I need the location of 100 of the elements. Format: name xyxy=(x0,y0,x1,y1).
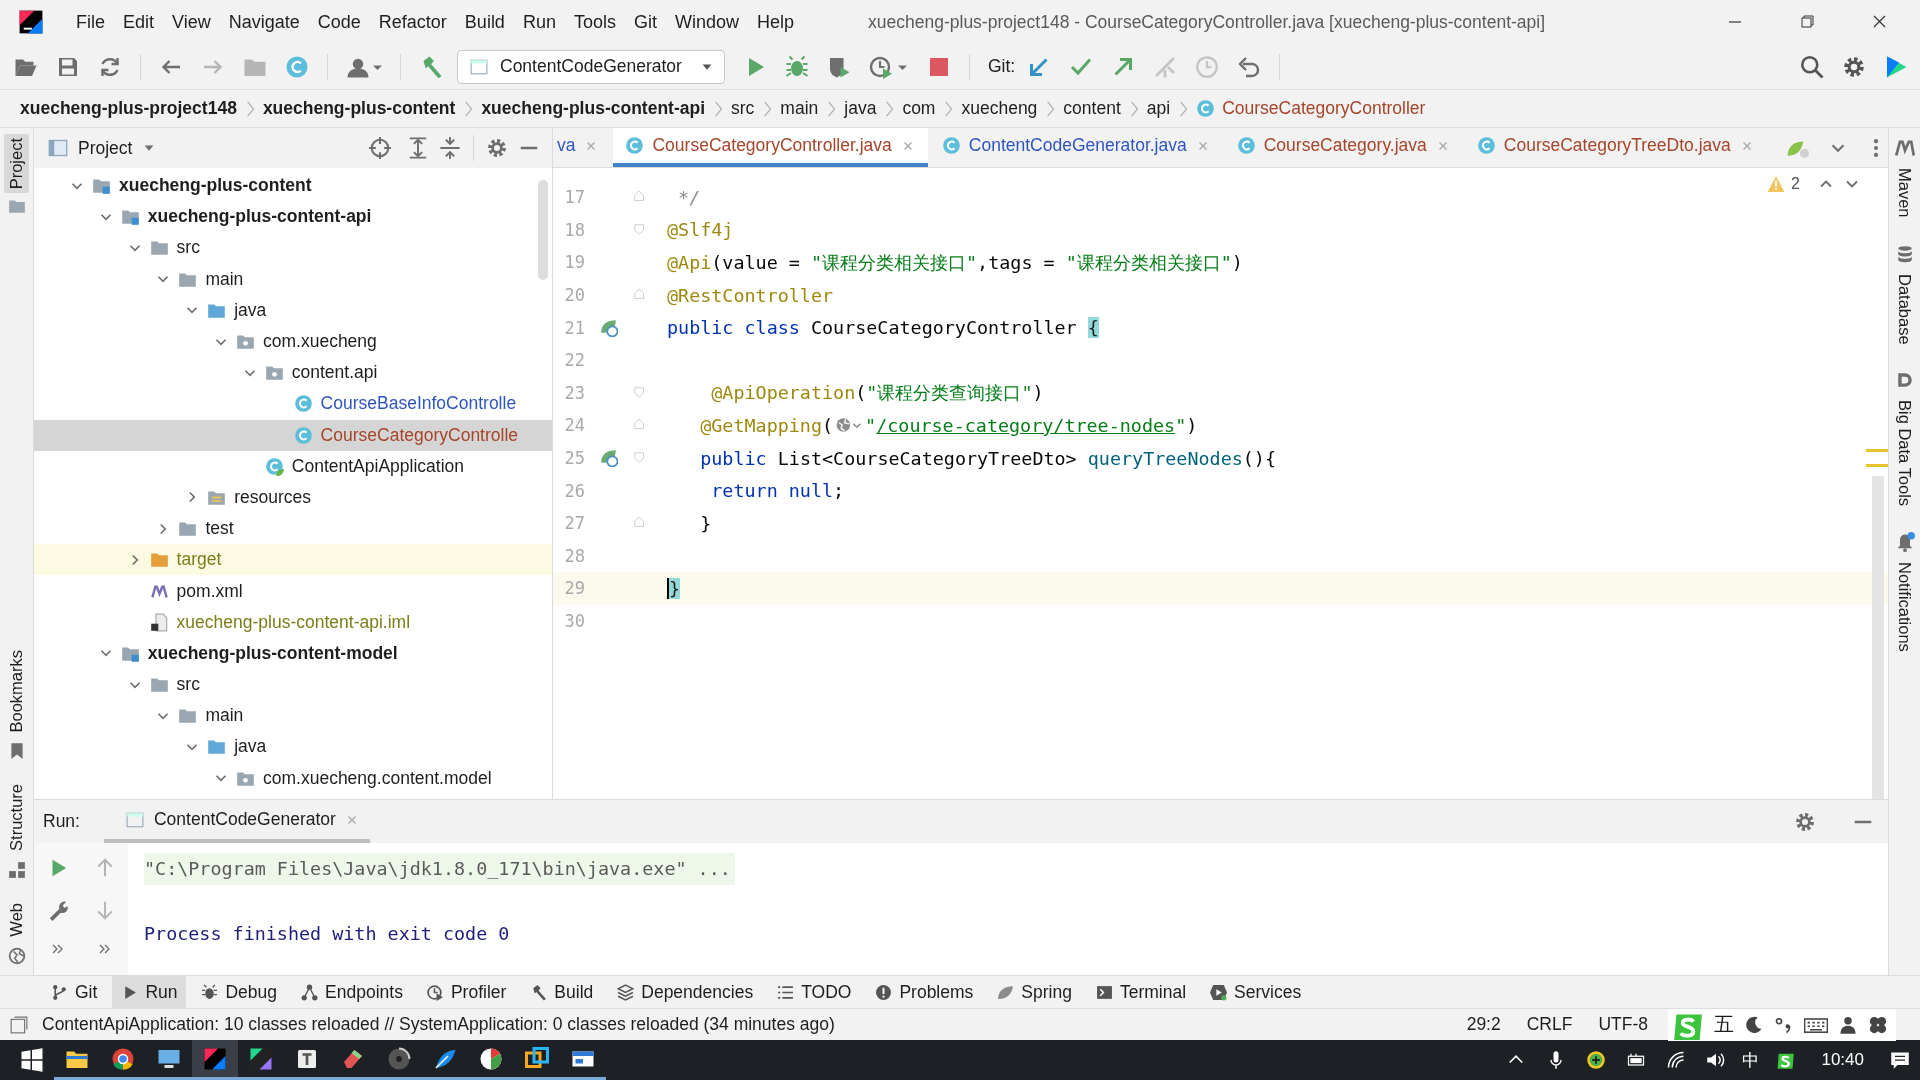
breadcrumb-item[interactable]: com xyxy=(902,98,936,119)
tree-item[interactable]: CourseBaseInfoControlle xyxy=(320,393,517,415)
tree-item[interactable]: test xyxy=(205,518,234,540)
scrollbar-thumb[interactable] xyxy=(1872,476,1884,799)
editor-tab[interactable]: CourseCategoryController.java xyxy=(613,128,928,167)
tree-item[interactable]: xuecheng-plus-content-api.iml xyxy=(176,611,411,633)
plus-circle-icon[interactable] xyxy=(1586,1050,1607,1070)
view-selector[interactable]: Project xyxy=(78,137,133,159)
tree-item[interactable]: com.xuecheng.content.model xyxy=(263,767,492,789)
breadcrumb-item[interactable]: CourseCategoryController xyxy=(1222,98,1426,119)
tool-window-tab[interactable]: Terminal xyxy=(1086,976,1196,1008)
menu-item[interactable]: Window xyxy=(666,7,747,37)
breadcrumb-item[interactable]: main xyxy=(780,98,819,119)
input-mode[interactable]: 五 xyxy=(1714,1011,1734,1038)
menu-item[interactable]: Refactor xyxy=(370,7,455,37)
wifi-icon[interactable] xyxy=(1666,1050,1687,1070)
tool-window-button[interactable]: Structure xyxy=(4,780,29,856)
plugin-logo-icon[interactable] xyxy=(1884,54,1908,79)
editor-tab[interactable]: CourseCategoryTreeDto.java xyxy=(1464,128,1767,167)
tree-item[interactable]: xuecheng-plus-content xyxy=(119,175,312,197)
clover-icon[interactable] xyxy=(1868,1014,1888,1035)
scrollbar-thumb[interactable] xyxy=(538,180,548,280)
expand-all-icon[interactable] xyxy=(407,137,429,159)
breadcrumb-item[interactable]: java xyxy=(844,98,877,119)
menu-item[interactable]: Run xyxy=(514,7,564,37)
tool-window-tab[interactable]: TODO xyxy=(768,976,861,1008)
tree-item[interactable]: resources xyxy=(234,486,312,508)
tree-item[interactable]: java xyxy=(234,736,267,758)
menu-item[interactable]: Code xyxy=(309,7,369,37)
clock-time[interactable]: 10:40 xyxy=(1821,1050,1864,1070)
menu-item[interactable]: Edit xyxy=(115,7,163,37)
profiler-dropdown-icon[interactable] xyxy=(869,54,909,79)
menu-item[interactable]: Build xyxy=(456,7,513,37)
tool-window-tab[interactable]: Dependencies xyxy=(608,976,763,1008)
person-icon[interactable] xyxy=(1838,1014,1858,1035)
breadcrumb-item[interactable]: src xyxy=(731,98,755,119)
menu-item[interactable]: Tools xyxy=(565,7,624,37)
tree-item[interactable]: content.api xyxy=(291,362,378,384)
tree-item[interactable]: pom.xml xyxy=(176,580,243,602)
run-configuration-dropdown[interactable]: ContentCodeGenerator xyxy=(457,49,725,84)
line-separator[interactable]: CRLF xyxy=(1520,1014,1579,1035)
breadcrumb-item[interactable]: xuecheng-plus-content xyxy=(262,98,456,119)
tree-item[interactable]: target xyxy=(176,549,222,571)
locate-icon[interactable] xyxy=(369,137,391,159)
tree-item[interactable]: xuecheng-plus-content-model xyxy=(147,642,398,664)
editor-tab[interactable]: va xyxy=(553,128,612,167)
tool-window-button[interactable]: Database xyxy=(1892,269,1917,349)
tree-item[interactable]: main xyxy=(205,268,244,290)
panel-toggle-icon[interactable] xyxy=(10,1015,28,1034)
tool-window-button[interactable]: Web xyxy=(4,899,29,941)
speaker-icon[interactable] xyxy=(1706,1050,1727,1070)
breadcrumb-item[interactable]: xuecheng-plus-content-api xyxy=(481,98,705,119)
breadcrumb-item[interactable]: api xyxy=(1146,98,1171,119)
settings-icon[interactable] xyxy=(486,137,508,159)
notification-icon[interactable] xyxy=(1890,1050,1910,1070)
tool-window-button[interactable]: Big Data Tools xyxy=(1892,396,1917,511)
menu-item[interactable]: View xyxy=(164,7,219,37)
tool-window-tab[interactable]: Git xyxy=(42,976,107,1008)
menu-item[interactable]: File xyxy=(68,7,113,37)
breadcrumb-item[interactable]: xuecheng-plus-project148 xyxy=(20,98,237,119)
menu-item[interactable]: Help xyxy=(749,7,803,37)
editor-tab[interactable]: CourseCategory.java xyxy=(1224,128,1463,167)
collapse-all-icon[interactable] xyxy=(439,137,461,159)
tool-window-button[interactable]: Notifications xyxy=(1892,558,1917,657)
tool-window-tab[interactable]: Problems xyxy=(866,976,983,1008)
settings-icon[interactable] xyxy=(1842,54,1866,79)
tool-window-tab[interactable]: Spring xyxy=(988,976,1081,1008)
tool-window-tab[interactable]: Build xyxy=(521,976,603,1008)
bug-icon[interactable] xyxy=(785,54,809,79)
moon-icon[interactable] xyxy=(1744,1014,1764,1035)
tree-item[interactable]: com.xuecheng xyxy=(263,331,377,353)
settings-icon[interactable] xyxy=(1794,810,1816,833)
tool-window-button[interactable]: Bookmarks xyxy=(4,645,29,737)
tool-window-button[interactable]: Project xyxy=(4,134,29,194)
tree-item[interactable]: xuecheng-plus-content-api xyxy=(147,206,372,228)
start-icon[interactable] xyxy=(20,1048,44,1072)
tool-window-tab[interactable]: Run xyxy=(112,976,187,1008)
tool-window-tab[interactable]: Debug xyxy=(192,976,287,1008)
tree-item[interactable]: src xyxy=(176,674,200,696)
tree-item[interactable]: src xyxy=(176,237,200,259)
search-icon[interactable] xyxy=(1800,54,1824,79)
tool-window-button[interactable]: Maven xyxy=(1892,164,1917,222)
input-language[interactable]: 中 xyxy=(1742,1048,1760,1072)
tool-window-tab[interactable]: Services xyxy=(1201,976,1311,1008)
menu-item[interactable]: Git xyxy=(625,7,665,37)
breadcrumb-item[interactable]: xuecheng xyxy=(961,98,1038,119)
tree-item[interactable]: java xyxy=(234,299,267,321)
taskbar-app[interactable] xyxy=(192,1040,238,1080)
menu-item[interactable]: Navigate xyxy=(220,7,308,37)
tree-item[interactable]: CourseCategoryControlle xyxy=(320,424,519,446)
editor-tab[interactable]: ContentCodeGenerator.java xyxy=(929,128,1223,167)
rollback-icon[interactable] xyxy=(1237,54,1262,79)
breadcrumb-item[interactable]: content xyxy=(1063,98,1121,119)
configuration-tab[interactable]: ContentCodeGenerator xyxy=(103,800,370,843)
tool-window-tab[interactable]: Profiler xyxy=(417,976,516,1008)
cursor-position[interactable]: 29:2 xyxy=(1460,1014,1507,1035)
tree-item[interactable]: main xyxy=(205,705,244,727)
tree-item[interactable]: ContentApiApplication xyxy=(291,455,464,477)
tool-window-tab[interactable]: Endpoints xyxy=(292,976,412,1008)
file-encoding[interactable]: UTF-8 xyxy=(1592,1014,1654,1035)
